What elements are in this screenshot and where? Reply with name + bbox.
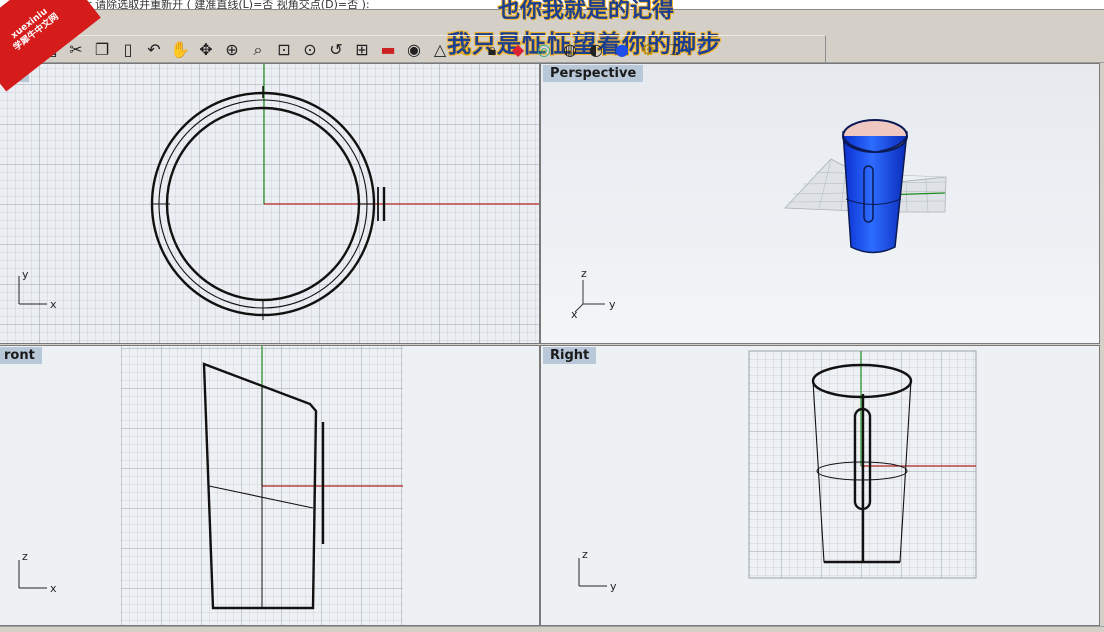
pan-hand-icon[interactable]: ✋ (167, 37, 193, 63)
top-axis-y-label: y (22, 268, 29, 281)
viewport-perspective[interactable]: Perspective z y x (540, 63, 1100, 344)
top-view-canvas: y x (0, 64, 539, 343)
dimension-icon[interactable]: ⌶ (661, 37, 687, 63)
standard-toolbar: 也你我就是的记得 我只是怔怔望着你的脚步 ⎙ ▤ ✂ ❐ ▯ ↶ ✋ ✥ ⊕ ⌕… (0, 0, 1104, 64)
viewport-top[interactable]: op y x (0, 63, 540, 344)
viewport-perspective-title[interactable]: Perspective (543, 65, 644, 82)
right-axis-y-label: y (610, 580, 617, 593)
status-bar (0, 626, 1104, 632)
undo-view-icon[interactable]: ↺ (323, 37, 349, 63)
zoom-window-icon[interactable]: ⌕ (245, 37, 271, 63)
viewport-right-title[interactable]: Right (543, 347, 597, 364)
persp-axis-y-label: y (609, 298, 616, 311)
zoom-icon[interactable]: ⊕ (219, 37, 245, 63)
construction-plane-icon[interactable]: ◉ (401, 37, 427, 63)
command-prompt-text: ter 请除选取并重新开 ( 建准直线(L)=否 视角交点(D)=否 ): (76, 0, 370, 10)
toolbar-buttons: ⎙ ▤ ✂ ❐ ▯ ↶ ✋ ✥ ⊕ ⌕ ⊡ ⊙ ↺ ⊞ ▬ ◉ △ ♨ 🔒︎ ◆… (8, 35, 826, 64)
perspective-view-canvas: z y x (541, 64, 1099, 343)
front-view-canvas: z x (0, 346, 539, 625)
front-axis-x-label: x (50, 582, 57, 595)
top-axis-x-label: x (50, 298, 57, 311)
point-osnap-icon[interactable]: △ (427, 37, 453, 63)
sphere-wireframe-icon[interactable]: ◍ (557, 37, 583, 63)
lightbulb-icon[interactable]: ♨ (453, 37, 479, 63)
persp-axis-x-label: x (571, 308, 578, 321)
banner-top-text: 也你我就是的记得 (498, 0, 675, 23)
color-wheel-icon[interactable]: ◎ (531, 37, 557, 63)
right-axis-z-label: z (582, 548, 588, 561)
copy-icon[interactable]: ❐ (89, 37, 115, 63)
right-view-canvas: z y (541, 346, 1099, 625)
viewport-front-title[interactable]: ront (0, 347, 42, 364)
rotate-view-icon[interactable]: ✥ (193, 37, 219, 63)
persp-axis-z-label: z (581, 267, 587, 280)
zoom-selected-icon[interactable]: ⊙ (297, 37, 323, 63)
sphere-shaded-icon[interactable]: ◐ (583, 37, 609, 63)
settings-gear-icon[interactable]: ⚙ (635, 37, 661, 63)
viewport-front[interactable]: ront z x (0, 345, 540, 626)
layer-icon[interactable]: ◆ (505, 37, 531, 63)
zoom-extents-icon[interactable]: ⊡ (271, 37, 297, 63)
render-sphere-icon[interactable]: ● (609, 37, 635, 63)
paste-icon[interactable]: ▯ (115, 37, 141, 63)
help-icon[interactable]: ? (687, 37, 713, 63)
car-icon[interactable]: ▬ (375, 37, 401, 63)
viewport-right[interactable]: Right z y (540, 345, 1100, 626)
four-viewports-icon[interactable]: ⊞ (349, 37, 375, 63)
front-axis-z-label: z (22, 550, 28, 563)
undo-icon[interactable]: ↶ (141, 37, 167, 63)
lock-icon[interactable]: 🔒︎ (479, 37, 505, 63)
